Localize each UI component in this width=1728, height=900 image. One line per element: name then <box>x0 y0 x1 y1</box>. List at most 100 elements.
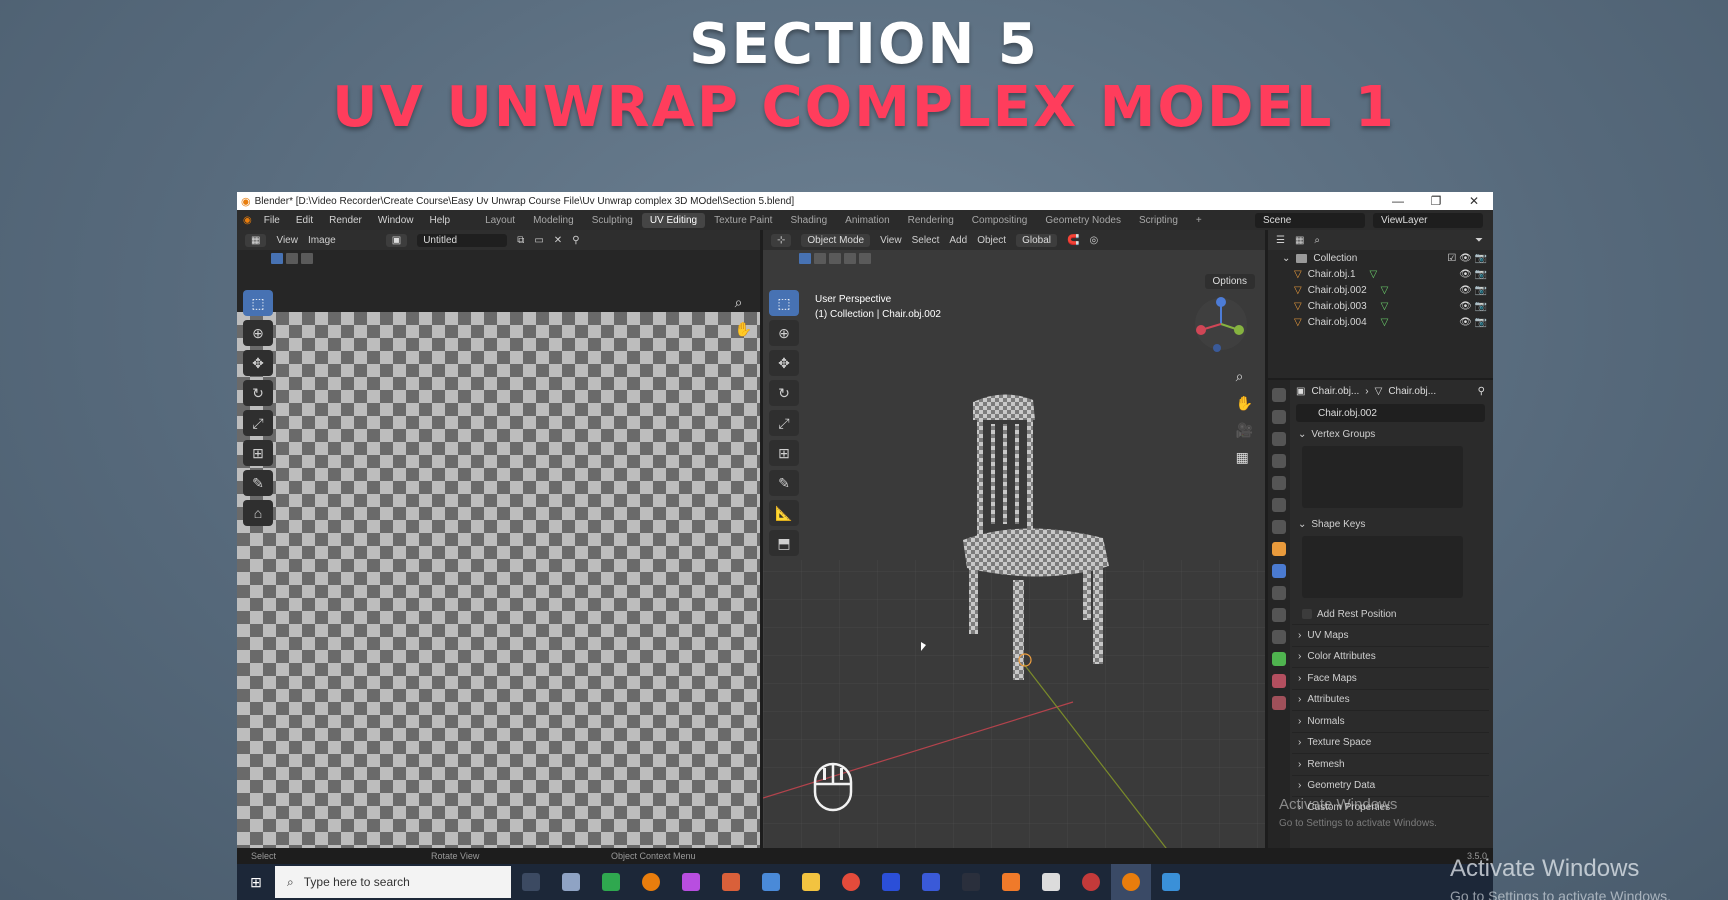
app-icon[interactable] <box>551 864 591 900</box>
tool-tab-icon[interactable] <box>1272 388 1286 402</box>
camera-view-icon[interactable]: 🎥 <box>1236 422 1253 439</box>
constraints-tab-icon[interactable] <box>1272 630 1286 644</box>
windows-start-icon[interactable]: ⊞ <box>237 864 275 900</box>
menu-file[interactable]: File <box>256 215 288 226</box>
remesh-panel[interactable]: › Remesh <box>1292 753 1489 775</box>
taskbar-search[interactable]: ⌕ Type here to search <box>275 866 511 898</box>
face-select-icon[interactable] <box>301 252 313 264</box>
grab-tool-icon[interactable]: ⌂ <box>243 500 273 526</box>
uv-menu-image[interactable]: Image <box>308 235 336 246</box>
app-icon[interactable] <box>991 864 1031 900</box>
tab-layout[interactable]: Layout <box>476 215 524 226</box>
pin-icon[interactable]: ⚲ <box>1478 386 1485 397</box>
collection-expand-icon[interactable]: ⌄ <box>1282 253 1290 264</box>
visibility-icon[interactable]: 👁 📷 <box>1459 317 1487 328</box>
render-tab-icon[interactable] <box>1272 410 1286 424</box>
uv-menu-view[interactable]: View <box>276 235 298 246</box>
close-button[interactable]: ✕ <box>1455 194 1493 208</box>
scene-selector[interactable]: Scene <box>1255 212 1365 228</box>
menu-window[interactable]: Window <box>370 215 422 226</box>
mesh-data-tab-icon[interactable] <box>1272 652 1286 666</box>
shape-keys-list[interactable] <box>1302 536 1463 598</box>
chair-model[interactable] <box>943 390 1143 700</box>
vp-annotate-tool-icon[interactable]: ✎ <box>769 470 799 496</box>
tab-animation[interactable]: Animation <box>836 215 898 226</box>
app-icon[interactable] <box>871 864 911 900</box>
geometry-data-panel[interactable]: › Geometry Data <box>1292 774 1489 797</box>
image-name-field[interactable]: Untitled <box>417 233 508 247</box>
add-rest-position-row[interactable]: Add Rest Position <box>1292 604 1489 624</box>
face-maps-panel[interactable]: › Face Maps <box>1292 667 1489 689</box>
chrome-icon[interactable] <box>831 864 871 900</box>
visibility-icon[interactable]: 👁 📷 <box>1459 301 1487 312</box>
blender-active-icon[interactable] <box>1111 864 1151 900</box>
visibility-icon[interactable]: ☑ 👁 📷 <box>1447 253 1487 264</box>
visibility-icon[interactable]: 👁 📷 <box>1459 269 1487 280</box>
color-attributes-panel[interactable]: › Color Attributes <box>1292 645 1489 668</box>
image-new-icon[interactable]: ⧉ <box>517 235 524 246</box>
vp-zoom-icon[interactable]: ⌕ <box>1236 368 1253 385</box>
vp-add-cube-tool-icon[interactable]: ⬒ <box>769 530 799 556</box>
app-icon[interactable] <box>711 864 751 900</box>
outliner-search-icon[interactable]: ⌕ <box>1314 235 1320 246</box>
object-tab-icon[interactable] <box>1272 542 1286 556</box>
image-unlink-icon[interactable]: ✕ <box>554 235 562 246</box>
visibility-icon[interactable]: 👁 📷 <box>1459 285 1487 296</box>
blender-menu-icon[interactable]: ◉ <box>243 215 252 226</box>
material-tab-icon[interactable] <box>1272 674 1286 688</box>
zoom-icon[interactable]: ⌕ <box>735 294 752 311</box>
annotate-tool-icon[interactable]: ✎ <box>243 470 273 496</box>
maximize-button[interactable]: ❐ <box>1417 194 1455 208</box>
outliner-display-icon[interactable]: ▦ <box>1295 235 1304 246</box>
image-open-icon[interactable]: ▭ <box>534 235 543 246</box>
pin-icon[interactable]: ⚲ <box>572 235 579 246</box>
outliner-object-row[interactable]: ▽ Chair.obj.1 ▽ 👁 📷 <box>1268 266 1493 282</box>
cursor-tool-icon[interactable]: ⊕ <box>243 320 273 346</box>
uv-checker-texture[interactable] <box>237 312 760 872</box>
affinity-icon[interactable] <box>671 864 711 900</box>
vp-measure-tool-icon[interactable]: 📐 <box>769 500 799 526</box>
scale-tool-icon[interactable]: ⤢ <box>243 410 273 436</box>
app-icon[interactable] <box>911 864 951 900</box>
minimize-button[interactable]: — <box>1379 194 1417 208</box>
texture-space-panel[interactable]: › Texture Space <box>1292 731 1489 754</box>
pycharm-icon[interactable] <box>591 864 631 900</box>
mesh-name-field[interactable]: Chair.obj.002 <box>1296 404 1485 422</box>
vp-select-tool-icon[interactable]: ⬚ <box>769 290 799 316</box>
normals-panel[interactable]: › Normals <box>1292 710 1489 732</box>
uv-editor-area[interactable]: ▦ View Image ▣ Untitled ⧉ ▭ ✕ ⚲ ⬚ ⊕ ✥ ↻ … <box>237 230 760 874</box>
viewlayer-selector[interactable]: ViewLayer <box>1373 212 1483 228</box>
vp-scale-tool-icon[interactable]: ⤢ <box>769 410 799 436</box>
pan-hand-icon[interactable]: ✋ <box>735 321 752 338</box>
outliner-object-row[interactable]: ▽ Chair.obj.002 ▽ 👁 📷 <box>1268 282 1493 298</box>
collection-tab-icon[interactable] <box>1272 520 1286 534</box>
view-layer-tab-icon[interactable] <box>1272 454 1286 468</box>
outliner-filter-icon[interactable]: ⏷ <box>1475 235 1483 246</box>
editor-type-icon[interactable]: ▦ <box>245 233 267 247</box>
menu-render[interactable]: Render <box>321 215 370 226</box>
outliner-type-icon[interactable]: ☰ <box>1276 235 1285 246</box>
world-tab-icon[interactable] <box>1272 498 1286 512</box>
tab-sculpting[interactable]: Sculpting <box>583 215 642 226</box>
app-icon[interactable] <box>751 864 791 900</box>
photos-icon[interactable] <box>1151 864 1191 900</box>
output-tab-icon[interactable] <box>1272 432 1286 446</box>
vp-cursor-tool-icon[interactable]: ⊕ <box>769 320 799 346</box>
ortho-grid-icon[interactable]: ▦ <box>1236 449 1253 466</box>
menu-edit[interactable]: Edit <box>288 215 321 226</box>
app-icon[interactable] <box>951 864 991 900</box>
outliner-collection-row[interactable]: ⌄ Collection ☑ 👁 📷 <box>1268 250 1493 266</box>
move-tool-icon[interactable]: ✥ <box>243 350 273 376</box>
blender-icon[interactable] <box>631 864 671 900</box>
add-workspace-button[interactable]: + <box>1187 215 1211 226</box>
tab-uv-editing[interactable]: UV Editing <box>641 212 706 228</box>
tab-scripting[interactable]: Scripting <box>1130 215 1187 226</box>
edge-select-icon[interactable] <box>286 252 298 264</box>
navigation-gizmo[interactable] <box>1191 294 1251 354</box>
tab-compositing[interactable]: Compositing <box>963 215 1037 226</box>
transform-tool-icon[interactable]: ⊞ <box>243 440 273 466</box>
scene-tab-icon[interactable] <box>1272 476 1286 490</box>
vertex-groups-header[interactable]: ⌄ Vertex Groups <box>1292 424 1489 444</box>
tab-modeling[interactable]: Modeling <box>524 215 583 226</box>
app-icon[interactable] <box>1071 864 1111 900</box>
